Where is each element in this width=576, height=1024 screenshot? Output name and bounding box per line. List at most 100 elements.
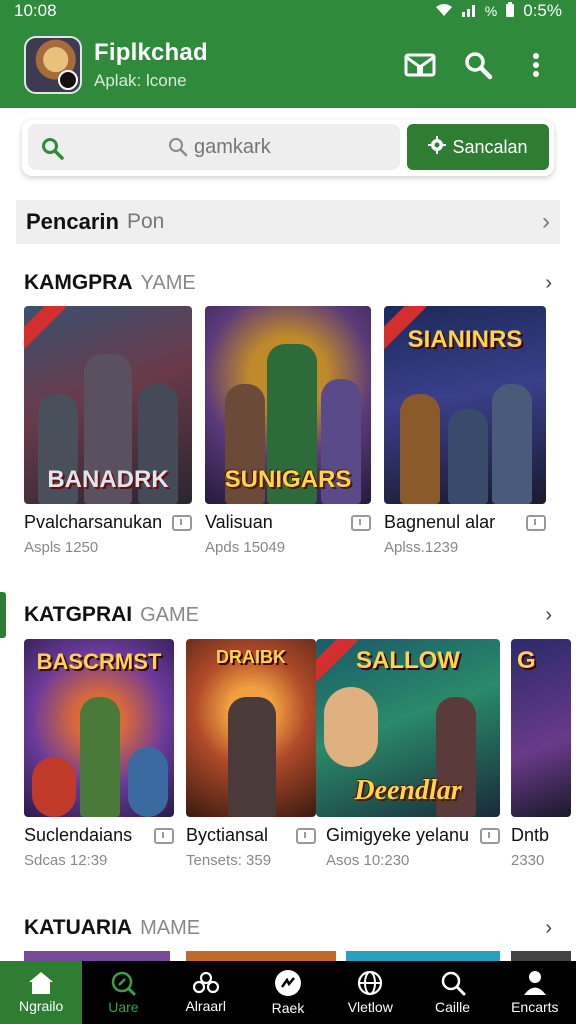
section-subtitle: GAME xyxy=(140,603,200,626)
section-subtitle: MAME xyxy=(140,916,201,939)
game-thumbnail xyxy=(186,951,336,961)
character-art xyxy=(448,409,488,504)
character-art xyxy=(492,384,532,504)
category-row[interactable]: Pencarin Pon › xyxy=(16,200,560,244)
game-thumbnail xyxy=(24,951,170,961)
nav-item-community[interactable]: Alraarl xyxy=(165,961,247,1024)
game-row-peek xyxy=(24,951,576,961)
nav-label: Ngrailo xyxy=(18,998,64,1014)
game-art-title: SIANINRS xyxy=(407,326,523,353)
battery-level: 0:5% xyxy=(523,1,562,20)
character-art xyxy=(128,747,168,817)
nav-label: Alraarl xyxy=(185,998,226,1014)
download-icon[interactable] xyxy=(154,827,174,844)
header-search-button[interactable] xyxy=(454,41,502,89)
download-icon[interactable] xyxy=(172,514,192,531)
nav-item-encarts[interactable]: Encarts xyxy=(494,961,576,1024)
nav-item-caille[interactable]: Caille xyxy=(411,961,493,1024)
community-icon xyxy=(191,971,221,995)
mail-icon xyxy=(404,52,436,78)
chevron-right-icon: › xyxy=(545,916,552,939)
game-art-title: G xyxy=(517,647,536,674)
game-card[interactable]: G Dntb 2330 xyxy=(511,639,571,869)
search-submit-button[interactable]: Sancalan xyxy=(407,124,549,170)
section-header[interactable]: KAMGPRA YAME › xyxy=(24,268,552,298)
character-art xyxy=(80,697,120,817)
game-thumbnail: BANADRK xyxy=(24,306,192,504)
nav-item-explore[interactable]: Uare xyxy=(82,961,164,1024)
person-icon xyxy=(523,970,547,996)
card-name-row: Valisuan xyxy=(205,512,371,533)
more-vert-icon xyxy=(532,52,540,78)
section-header[interactable]: KATUARIA MAME › xyxy=(24,913,552,943)
search-input[interactable] xyxy=(194,124,394,170)
nav-label: Encarts xyxy=(511,999,559,1015)
status-bar: 10:08 % 0:5% xyxy=(0,0,576,22)
nav-item-vletlow[interactable]: Vletlow xyxy=(329,961,411,1024)
download-icon[interactable] xyxy=(351,514,371,531)
game-thumbnail xyxy=(346,951,500,961)
game-thumbnail: SIANINRS xyxy=(384,306,546,504)
game-art-subtitle: Deendlar xyxy=(354,775,462,806)
more-menu-button[interactable] xyxy=(512,41,560,89)
game-meta: Aplss.1239 xyxy=(384,539,459,556)
app-title: Fiplkchad xyxy=(94,39,208,66)
card-name-row: Gimigyeke yelanu xyxy=(316,825,500,846)
game-card[interactable]: SALLOW Deendlar Gimigyeke yelanu Asos 10… xyxy=(316,639,500,869)
game-art-title: BANADRK xyxy=(47,466,169,493)
app-identity: Fiplkchad Aplak: lcone xyxy=(94,39,386,91)
scroll-indicator xyxy=(0,592,6,638)
game-meta: 2330 xyxy=(511,852,545,869)
section-subtitle: YAME xyxy=(140,271,196,294)
character-art xyxy=(32,757,76,817)
battery-icon xyxy=(505,1,515,21)
avatar[interactable] xyxy=(24,36,82,94)
nav-item-raek[interactable]: Raek xyxy=(247,961,329,1024)
search-button-label: Sancalan xyxy=(452,136,528,157)
nav-label: Caille xyxy=(435,999,471,1015)
card-name-row: Suclendaians xyxy=(24,825,174,846)
game-thumbnail xyxy=(511,951,571,961)
search-icon xyxy=(463,50,493,80)
section-header[interactable]: KATGPRAI GAME › xyxy=(24,600,552,630)
game-card[interactable]: DRAIBK Byctiansal Tensets: 359 xyxy=(186,639,316,869)
category-title: Pencarin xyxy=(26,209,119,234)
game-card[interactable]: SIANINRS Bagnenul alar Aplss.1239 xyxy=(384,306,546,556)
game-card[interactable]: BANADRK Pvalcharsanukan Aspls 1250 xyxy=(24,306,192,556)
wifi-icon xyxy=(435,3,453,20)
nav-label: Uare xyxy=(108,999,139,1015)
game-row: BANADRK Pvalcharsanukan Aspls 1250 SUNIG… xyxy=(24,306,576,556)
globe-icon xyxy=(357,970,383,996)
chevron-right-icon: › xyxy=(542,208,550,235)
game-thumbnail: DRAIBK xyxy=(186,639,316,817)
game-thumbnail: G xyxy=(511,639,571,817)
game-name: Gimigyeke yelanu xyxy=(326,825,470,845)
game-card[interactable]: SUNIGARS Valisuan Apds 15049 xyxy=(205,306,371,556)
forward-icon xyxy=(274,969,302,997)
download-icon[interactable] xyxy=(296,827,316,844)
search-box[interactable] xyxy=(28,124,400,170)
mail-button[interactable] xyxy=(396,41,444,89)
game-thumbnail: SALLOW Deendlar xyxy=(316,639,500,817)
nav-item-home[interactable]: Ngrailo xyxy=(0,961,83,1024)
avatar-badge xyxy=(58,70,78,90)
search-card: Sancalan xyxy=(22,120,554,176)
percent-glyph: % xyxy=(484,3,498,19)
download-icon[interactable] xyxy=(526,514,546,531)
character-art xyxy=(228,697,276,817)
chevron-right-icon: › xyxy=(545,271,552,294)
game-art-title: SALLOW xyxy=(356,647,460,674)
search-icon xyxy=(40,136,64,165)
home-icon xyxy=(28,971,54,995)
ribbon xyxy=(24,306,67,349)
nav-label: Vletlow xyxy=(347,999,393,1015)
game-name: Valisuan xyxy=(205,512,273,532)
search-icon xyxy=(440,970,466,996)
section-title: KAMGPRA xyxy=(24,271,133,294)
game-row: BASCRMST Suclendaians Sdcas 12:39 DRAIBK… xyxy=(24,639,576,889)
card-name-row: Dntb xyxy=(511,825,571,846)
app-header: Fiplkchad Aplak: lcone xyxy=(0,22,576,108)
download-icon[interactable] xyxy=(480,827,500,844)
game-card[interactable]: BASCRMST Suclendaians Sdcas 12:39 xyxy=(24,639,174,869)
game-art-title: SUNIGARS xyxy=(224,466,352,493)
